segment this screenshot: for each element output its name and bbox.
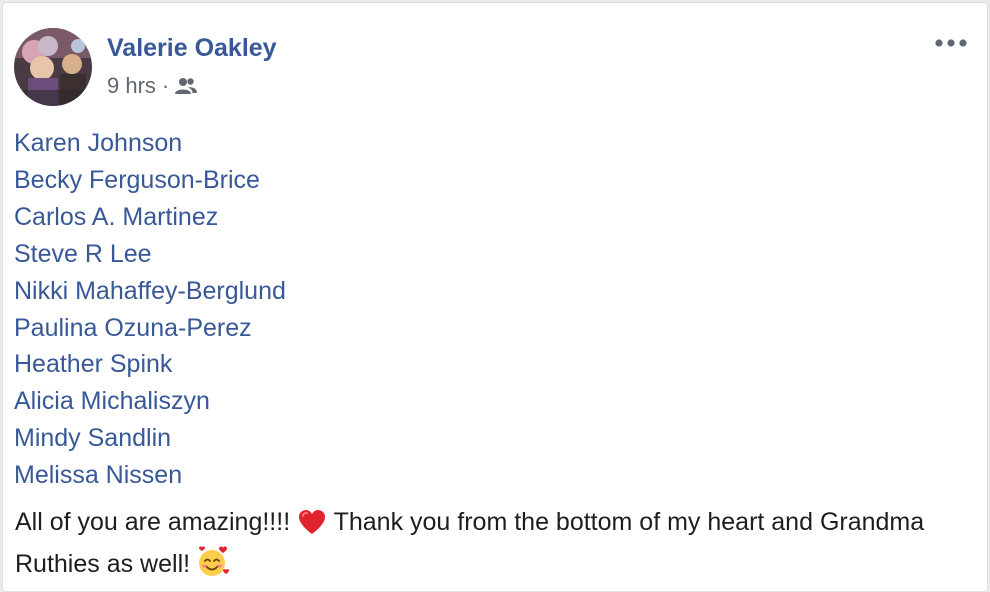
avatar-photo bbox=[14, 28, 92, 106]
tagged-person-link[interactable]: Mindy Sandlin bbox=[14, 420, 286, 457]
tagged-person-link[interactable]: Melissa Nissen bbox=[14, 457, 286, 494]
post-card: Valerie Oakley 9 hrs · Karen Johnson Bec… bbox=[2, 2, 988, 592]
friends-icon[interactable] bbox=[175, 77, 198, 95]
tagged-person-link[interactable]: Karen Johnson bbox=[14, 125, 286, 162]
message-text-1: All of you are amazing!!!! bbox=[15, 508, 298, 536]
author-avatar[interactable] bbox=[14, 28, 92, 106]
post-message: All of you are amazing!!!! Thank you fro… bbox=[15, 504, 975, 588]
smiling-face-with-hearts-emoji-icon bbox=[197, 546, 230, 588]
tagged-person-link[interactable]: Heather Spink bbox=[14, 346, 286, 383]
post-timestamp[interactable]: 9 hrs bbox=[107, 73, 156, 99]
author-name[interactable]: Valerie Oakley bbox=[107, 34, 277, 63]
post-meta: 9 hrs · bbox=[107, 73, 198, 99]
tagged-person-link[interactable]: Steve R Lee bbox=[14, 236, 286, 273]
tagged-person-link[interactable]: Carlos A. Martinez bbox=[14, 199, 286, 236]
meta-separator: · bbox=[161, 73, 170, 98]
tagged-person-link[interactable]: Becky Ferguson-Brice bbox=[14, 162, 286, 199]
ellipsis-icon[interactable] bbox=[933, 31, 969, 55]
tagged-people-list: Karen Johnson Becky Ferguson-Brice Carlo… bbox=[14, 125, 286, 494]
tagged-person-link[interactable]: Alicia Michaliszyn bbox=[14, 383, 286, 420]
red-heart-emoji-icon bbox=[297, 508, 327, 546]
tagged-person-link[interactable]: Paulina Ozuna-Perez bbox=[14, 310, 286, 347]
tagged-person-link[interactable]: Nikki Mahaffey-Berglund bbox=[14, 273, 286, 310]
